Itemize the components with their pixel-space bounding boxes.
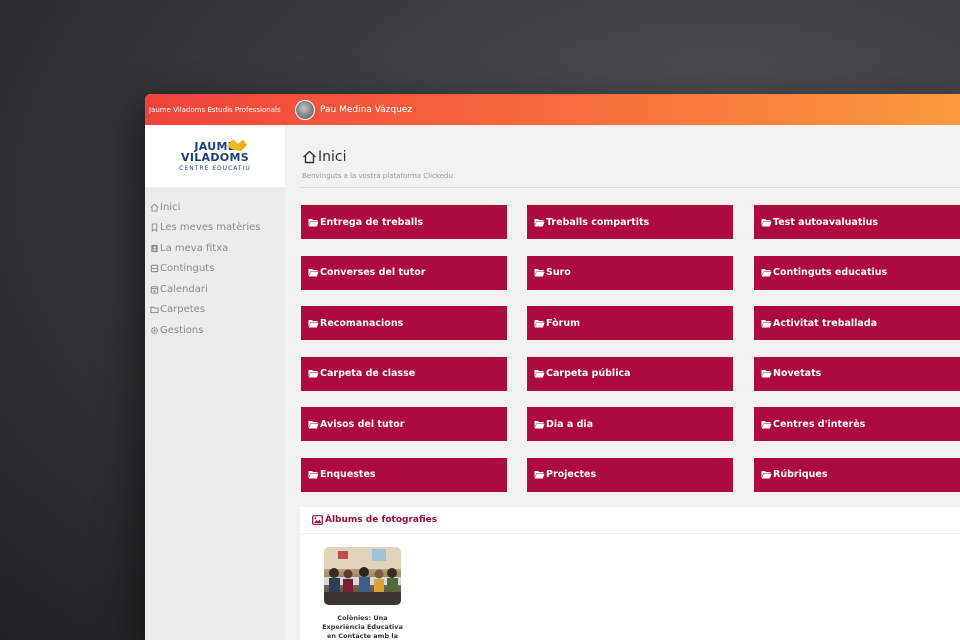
tile-label: Carpeta de classe	[320, 368, 416, 379]
home-icon	[303, 150, 316, 164]
sidebar-item-carpetes[interactable]: Carpetes	[149, 300, 260, 321]
folder-open-icon	[761, 370, 772, 378]
tile-label: Continguts educatius	[773, 267, 888, 278]
tile-label: Fòrum	[546, 317, 580, 329]
albums-heading[interactable]: Àlbums de fotografies	[312, 515, 437, 525]
tile-label: Centres d'interès	[773, 418, 866, 430]
folder-open-icon	[308, 420, 319, 428]
sidebar-item-label: Inici	[160, 201, 181, 213]
tile-button[interactable]: Continguts educatius	[754, 255, 960, 290]
tile-label: Carpeta pública	[546, 368, 631, 379]
album-caption[interactable]: Colònies: Una Experiència Educativa en C…	[320, 614, 405, 640]
user-name[interactable]: Pau Medina Vázquez	[320, 105, 412, 115]
tile-label: Novetats	[773, 368, 822, 379]
folder-icon	[149, 305, 159, 315]
tile-button[interactable]: Dia a dia	[527, 407, 733, 441]
sidebar-item-materies[interactable]: Les meves matèries	[149, 218, 260, 239]
sidebar-item-inici[interactable]: Inici	[149, 197, 260, 218]
tile-label: Entrega de treballs	[320, 216, 424, 228]
tile-button[interactable]: Fòrum	[527, 306, 733, 340]
folder-open-icon	[308, 370, 319, 378]
sidebar-item-continguts[interactable]: Continguts	[149, 259, 260, 280]
tile-button[interactable]: Activitat treballada	[754, 306, 960, 340]
folder-open-icon	[308, 471, 319, 479]
group-photo-image	[324, 547, 401, 605]
tile-button[interactable]: Suro	[527, 255, 733, 290]
tile-button[interactable]: Carpeta pública	[527, 356, 733, 391]
tile-button[interactable]: Entrega de treballs	[301, 205, 507, 239]
sidebar-item-label: La meva fitxa	[160, 242, 229, 254]
sidebar-item-gestions[interactable]: Gestions	[149, 320, 260, 341]
tile-button[interactable]: Projectes	[527, 457, 733, 492]
tile-button[interactable]: Centres d'interès	[754, 407, 960, 441]
divider	[300, 533, 960, 534]
folder-open-icon	[761, 319, 772, 327]
main-content: Inici Benvinguts a la vostra plataforma …	[285, 125, 960, 640]
page-subtitle: Benvinguts a la vostra plataforma Clicke…	[302, 172, 453, 180]
layers-icon	[149, 264, 159, 274]
logo-line-2: VILADOMS	[181, 150, 249, 164]
folder-open-icon	[534, 420, 545, 428]
app-window: Jaume Viladoms Estudis Professionals Pau…	[145, 94, 960, 640]
sidebar-item-label: Carpetes	[160, 304, 206, 316]
albums-heading-text: Àlbums de fotografies	[325, 515, 438, 525]
school-logo[interactable]: JAUME VILADOMS CENTRE EDUCATIU	[145, 125, 285, 187]
school-name[interactable]: Jaume Viladoms Estudis Professionals	[145, 106, 291, 114]
calendar-icon	[149, 284, 159, 294]
tile-button[interactable]: Test autoavaluatius	[754, 205, 960, 239]
folder-open-icon	[534, 319, 545, 327]
folder-open-icon	[534, 269, 545, 277]
sidebar-item-fitxa[interactable]: La meva fitxa	[149, 238, 260, 259]
sidebar: JAUME VILADOMS CENTRE EDUCATIU Inici Les…	[145, 125, 285, 640]
tile-button[interactable]: Converses del tutor	[301, 255, 507, 290]
tile-button[interactable]: Avisos del tutor	[301, 407, 507, 441]
folder-open-icon	[534, 218, 545, 226]
tile-button[interactable]: Rúbriques	[754, 457, 960, 492]
bookmark-icon	[149, 223, 159, 233]
home-icon	[149, 202, 159, 212]
sidebar-item-label: Continguts	[160, 263, 215, 275]
tile-label: Recomanacions	[320, 317, 404, 329]
folder-open-icon	[308, 269, 319, 277]
user-avatar[interactable]	[295, 99, 315, 120]
sidebar-item-label: Gestions	[160, 324, 204, 336]
tile-button[interactable]: Novetats	[754, 356, 960, 391]
id-card-icon	[149, 243, 159, 253]
tile-button[interactable]: Treballs compartits	[527, 205, 733, 239]
sidebar-item-label: Les meves matèries	[160, 222, 261, 234]
page-title-text: Inici	[318, 149, 347, 165]
tile-button[interactable]: Carpeta de classe	[301, 356, 507, 391]
sidebar-item-calendari[interactable]: Calendari	[149, 279, 260, 300]
page-title: Inici	[302, 149, 346, 165]
folder-open-icon	[308, 218, 319, 226]
tile-label: Activitat treballada	[773, 317, 878, 329]
sidebar-nav: Inici Les meves matèries La meva fitxa C…	[149, 197, 260, 341]
sidebar-item-label: Calendari	[160, 283, 208, 295]
folder-open-icon	[761, 420, 772, 428]
tile-label: Dia a dia	[546, 418, 594, 430]
tile-button[interactable]: Recomanacions	[301, 306, 507, 340]
folder-open-icon	[761, 218, 772, 226]
tile-label: Treballs compartits	[546, 216, 650, 228]
folder-open-icon	[534, 471, 545, 479]
tile-label: Test autoavaluatius	[773, 216, 879, 228]
folder-open-icon	[761, 269, 772, 277]
tile-label: Suro	[546, 267, 571, 278]
album-thumbnail[interactable]	[324, 547, 401, 605]
gear-icon	[149, 325, 159, 335]
tile-label: Projectes	[546, 469, 597, 480]
folder-open-icon	[534, 370, 545, 378]
logo-subtitle: CENTRE EDUCATIU	[179, 164, 251, 172]
tile-label: Avisos del tutor	[320, 418, 405, 430]
folder-open-icon	[308, 319, 319, 327]
top-bar: Jaume Viladoms Estudis Professionals Pau…	[145, 94, 960, 125]
divider	[300, 187, 960, 188]
tile-label: Enquestes	[320, 469, 376, 480]
folder-open-icon	[761, 471, 772, 479]
albums-panel: Àlbums de fotografies Colònies: Una Expe…	[300, 507, 960, 640]
image-icon	[312, 515, 323, 525]
tile-label: Rúbriques	[773, 469, 828, 480]
tile-button[interactable]: Enquestes	[301, 457, 507, 492]
tile-label: Converses del tutor	[320, 267, 426, 278]
